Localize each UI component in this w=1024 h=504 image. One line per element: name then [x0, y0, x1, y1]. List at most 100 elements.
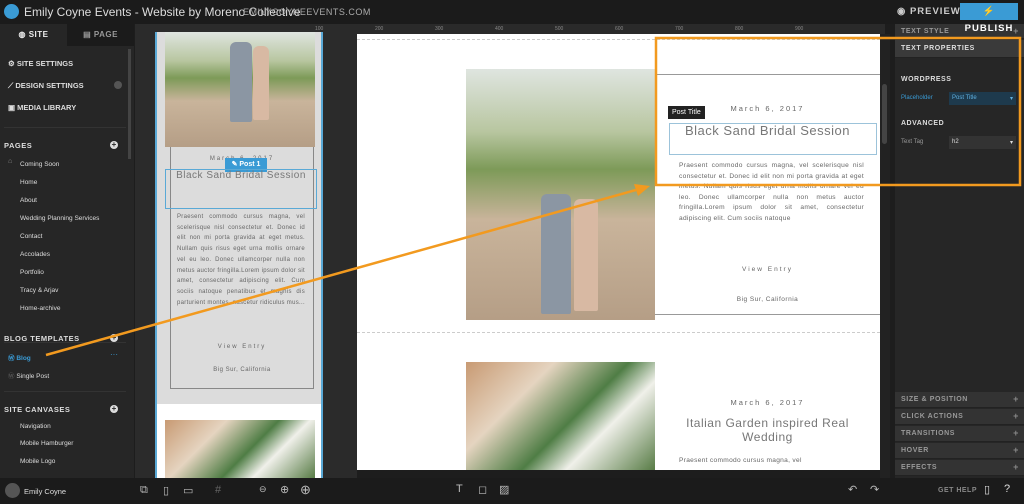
top-bar: Emily Coyne Events - Website by Moreno C…	[0, 0, 1024, 34]
advanced-heading: ADVANCED	[901, 120, 945, 127]
post-image	[165, 420, 315, 478]
help-doc-icon[interactable]: ▯	[984, 483, 990, 496]
site-domain[interactable]: EMILYCOYNEEVENTS.COM	[243, 7, 371, 17]
canvas-scrollbar[interactable]	[880, 34, 890, 478]
divider	[4, 391, 126, 392]
section-guide	[357, 332, 880, 333]
media-library-item[interactable]: ▣ MEDIA LIBRARY	[8, 103, 76, 112]
wordpress-heading: WORDPRESS	[901, 76, 952, 83]
text-tag-label: Text Tag	[901, 139, 924, 145]
undo-icon[interactable]: ↶	[848, 483, 857, 496]
page-item[interactable]: Home-archive	[20, 305, 60, 312]
add-box-icon[interactable]: ◻	[478, 483, 487, 496]
select-value: Post Title	[952, 95, 977, 101]
panel-section[interactable]: HOVER +	[895, 443, 1024, 459]
chat-help-icon[interactable]: ?	[1004, 483, 1010, 495]
zoom-max-icon[interactable]: ⊕	[300, 482, 311, 498]
post-title[interactable]: Italian Garden inspired Real Wedding	[667, 416, 868, 444]
pages-heading: PAGES	[4, 141, 33, 150]
publish-label: PUBLISH	[964, 23, 1014, 34]
grid-icon[interactable]: #	[215, 484, 221, 496]
page-item[interactable]: Wedding Planning Services	[20, 215, 99, 222]
ruler-tick-label: 500	[555, 26, 564, 32]
chevron-down-icon: ▾	[1009, 140, 1013, 146]
mobile-view-icon[interactable]: ▯	[163, 484, 169, 497]
globe-icon: ◍	[18, 30, 29, 39]
help-icon[interactable]	[114, 81, 122, 89]
text-tag-select[interactable]: h2 ▾	[949, 136, 1016, 149]
page-item[interactable]: Portfolio	[20, 269, 44, 276]
design-settings-item[interactable]: ⟋ DESIGN SETTINGS	[8, 81, 84, 91]
bottom-bar: Emily Coyne ⧉ ▯ ▭ # ⊖ ⊕ ⊕ T ◻ ▨ ↶ ↷ GET …	[0, 478, 1024, 504]
blog-template-single-post[interactable]: Ⓦ Single Post	[8, 370, 49, 380]
vertical-ruler	[340, 24, 357, 478]
item-label: Blog	[16, 355, 31, 362]
post-image	[466, 362, 655, 470]
panel-section[interactable]: SIZE & POSITION +	[895, 392, 1024, 408]
panel-section[interactable]: CLICK ACTIONS +	[895, 409, 1024, 425]
post-excerpt: Praesent commodo cursus magna, vel	[679, 457, 802, 464]
item-label: DESIGN SETTINGS	[15, 81, 84, 90]
plus-icon: +	[1013, 394, 1019, 404]
section-label: CLICK ACTIONS	[901, 413, 964, 420]
desktop-view-icon[interactable]: ▭	[183, 484, 193, 497]
canvas-item[interactable]: Mobile Logo	[20, 458, 55, 465]
page-item[interactable]: Tracy & Arjav	[20, 287, 58, 294]
site-settings-item[interactable]: ⚙ SITE SETTINGS	[8, 59, 73, 68]
tab-site[interactable]: ◍ SITE	[0, 24, 67, 46]
page-item[interactable]: Contact	[20, 233, 42, 240]
add-page-icon[interactable]: +	[110, 141, 118, 149]
redo-icon[interactable]: ↷	[870, 483, 879, 496]
tab-label: SITE	[28, 30, 49, 39]
get-help-link[interactable]: GET HELP	[938, 487, 977, 494]
avatar[interactable]	[5, 483, 20, 498]
blog-template-blog[interactable]: Ⓦ Blog	[8, 352, 31, 362]
section-guide	[357, 39, 880, 40]
plus-icon: +	[1013, 462, 1019, 472]
couple-figure	[574, 199, 598, 311]
image-icon: ▣	[8, 103, 18, 112]
app-logo-icon[interactable]	[4, 4, 19, 19]
tab-page[interactable]: ▤ PAGE	[67, 24, 134, 46]
page-item[interactable]: Accolades	[20, 251, 50, 258]
canvas-item[interactable]: Navigation	[20, 423, 51, 430]
ruler-tick-label: 300	[435, 26, 444, 32]
user-name: Emily Coyne	[24, 487, 67, 496]
more-options-icon[interactable]: ···	[110, 350, 118, 359]
panel-section[interactable]: TRANSITIONS +	[895, 426, 1024, 442]
preview-button[interactable]: ◉ PREVIEW	[897, 6, 961, 17]
chevron-down-icon: ▾	[1009, 96, 1013, 102]
add-text-icon[interactable]: T	[456, 483, 463, 495]
page-item[interactable]: Coming Soon	[20, 161, 59, 168]
publish-button[interactable]: ⚡ PUBLISH	[960, 3, 1018, 34]
post-location: Big Sur, California	[736, 296, 799, 303]
placeholder-select[interactable]: Post Title ▾	[949, 92, 1016, 105]
panel-section[interactable]: EFFECTS +	[895, 460, 1024, 476]
view-entry-link[interactable]: View Entry	[655, 266, 880, 273]
zoom-out-icon[interactable]: ⊖	[259, 484, 267, 495]
scroll-thumb[interactable]	[882, 84, 887, 144]
preview-label: PREVIEW	[909, 6, 961, 17]
post-title[interactable]: Black Sand Bridal Session	[655, 123, 880, 138]
add-image-icon[interactable]: ▨	[499, 483, 509, 496]
bolt-icon: ⚡	[982, 6, 996, 17]
sidebar-scrollbar[interactable]	[128, 49, 131, 159]
item-label: SITE SETTINGS	[16, 59, 74, 68]
add-blog-template-icon[interactable]: +	[110, 334, 118, 342]
post-title-tooltip: Post Title	[668, 106, 705, 119]
zoom-in-icon[interactable]: ⊕	[280, 483, 289, 496]
select-value: h2	[952, 139, 959, 145]
view-entry-link[interactable]: View Entry	[170, 344, 314, 350]
page-item[interactable]: About	[20, 197, 37, 204]
couple-figure	[230, 42, 252, 122]
post-excerpt: Praesent commodo cursus magna, vel scele…	[679, 162, 864, 222]
section-label: EFFECTS	[901, 464, 938, 471]
page-item[interactable]: Home	[20, 179, 37, 186]
post-image	[466, 69, 655, 320]
text-properties-section[interactable]: TEXT PROPERTIES	[895, 40, 1024, 58]
canvas-item[interactable]: Mobile Hamburger	[20, 440, 73, 447]
plus-icon: +	[1013, 445, 1019, 455]
add-canvas-icon[interactable]: +	[110, 405, 118, 413]
responsive-view-icon[interactable]: ⧉	[140, 484, 148, 497]
post-title[interactable]: Black Sand Bridal Session	[165, 170, 317, 181]
